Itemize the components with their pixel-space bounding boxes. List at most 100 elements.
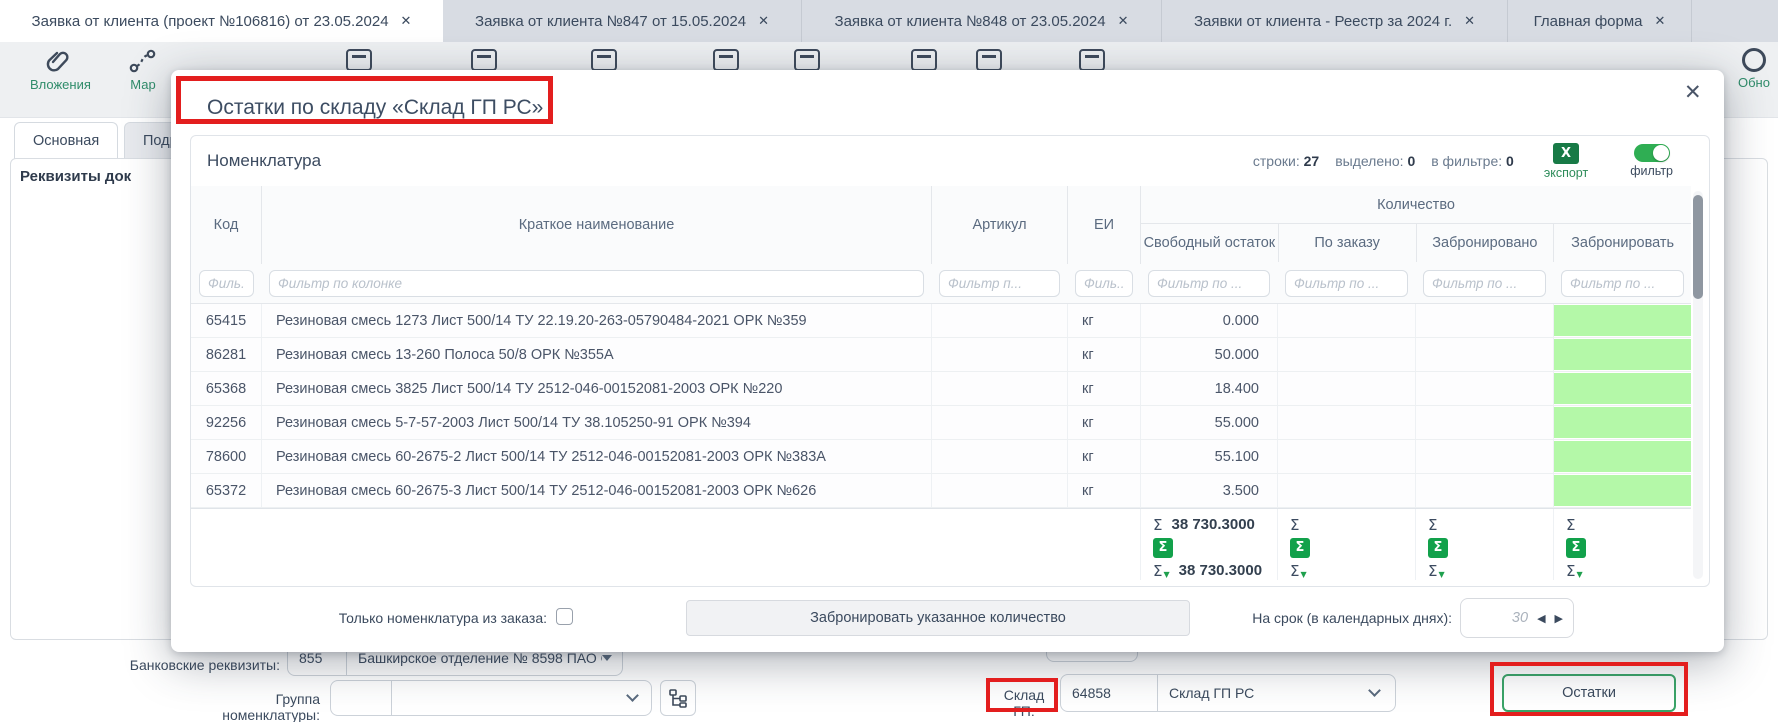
cell-reserve-editable[interactable]: [1553, 304, 1691, 337]
editable-green-cell[interactable]: [1554, 440, 1691, 473]
chevron-down-icon[interactable]: [1368, 684, 1381, 697]
tab-registry-2024[interactable]: Заявки от клиента - Реестр за 2024 г. ✕: [1162, 0, 1508, 42]
cell-reserved: [1415, 372, 1553, 405]
cell-name: Резиновая смесь 60-2675-2 Лист 500/14 ТУ…: [261, 440, 931, 473]
editable-green-cell[interactable]: [1554, 304, 1691, 337]
route-button[interactable]: Мар: [128, 48, 158, 92]
col-header-reserve[interactable]: Забронировать: [1553, 224, 1691, 262]
close-icon[interactable]: ✕: [1684, 80, 1702, 104]
cell-reserve-editable[interactable]: [1553, 440, 1691, 473]
table-row[interactable]: 92256 Резиновая смесь 5-7-57-2003 Лист 5…: [191, 406, 1691, 440]
chevron-down-icon[interactable]: [626, 689, 639, 702]
tab-osnovnaya[interactable]: Основная: [14, 122, 119, 159]
cell-reserve-editable[interactable]: [1553, 372, 1691, 405]
balances-button[interactable]: Остатки: [1502, 674, 1676, 712]
dropdown-arrow-icon[interactable]: [602, 655, 612, 661]
filter-input-free[interactable]: [1148, 270, 1270, 297]
table-row[interactable]: 86281 Резиновая смесь 13-260 Полоса 50/8…: [191, 338, 1691, 372]
refresh-label: Обно: [1738, 75, 1770, 90]
table-row[interactable]: 65368 Резиновая смесь 3825 Лист 500/14 Т…: [191, 372, 1691, 406]
filtered-count-value: 0: [1506, 153, 1514, 169]
col-header-code[interactable]: Код: [191, 186, 261, 264]
attachments-button[interactable]: Вложения: [30, 48, 91, 92]
tab-request-project[interactable]: Заявка от клиента (проект №106816) от 23…: [0, 0, 443, 42]
warehouse-combo[interactable]: 64858 Склад ГП РС: [1060, 674, 1396, 712]
toolbar-icon[interactable]: [911, 49, 937, 71]
nomenclature-panel: Номенклатура строки: 27 выделено: 0 в фи…: [190, 135, 1710, 587]
table-stats: строки: 27 выделено: 0 в фильтре: 0: [1253, 153, 1514, 169]
filter-control[interactable]: фильтр: [1630, 144, 1673, 178]
tab-label: Заявка от клиента №847 от 15.05.2024: [475, 12, 747, 30]
envelope-icon[interactable]: [1079, 49, 1105, 71]
term-stepper[interactable]: 30 ◀ ▶: [1460, 598, 1574, 638]
table-scrollbar[interactable]: [1693, 191, 1703, 579]
tab-request-848[interactable]: Заявка от клиента №848 от 23.05.2024 ✕: [802, 0, 1162, 42]
close-icon[interactable]: ✕: [758, 14, 769, 29]
filter-input-reserved[interactable]: [1423, 270, 1546, 297]
reserve-quantity-button[interactable]: Забронировать указанное количество: [686, 600, 1190, 636]
refresh-button[interactable]: Обно: [1738, 48, 1770, 90]
scrollbar-thumb[interactable]: [1693, 195, 1703, 299]
table-row[interactable]: 78600 Резиновая смесь 60-2675-2 Лист 500…: [191, 440, 1691, 474]
col-header-article[interactable]: Артикул: [931, 186, 1067, 264]
cell-free: 55.000: [1140, 406, 1277, 439]
excel-export-icon[interactable]: X: [1553, 142, 1580, 164]
cell-reserve-editable[interactable]: [1553, 338, 1691, 371]
term-value[interactable]: 30: [1512, 610, 1528, 626]
only-from-order-checkbox[interactable]: [556, 608, 573, 625]
cell-code: 78600: [205, 448, 247, 465]
cell-reserve-editable[interactable]: [1553, 474, 1691, 507]
col-header-free[interactable]: Свободный остаток: [1141, 224, 1278, 262]
editable-green-cell[interactable]: [1554, 338, 1691, 371]
close-icon[interactable]: ✕: [1118, 14, 1129, 29]
toolbar-icon[interactable]: [346, 49, 372, 71]
table-row[interactable]: 65372 Резиновая смесь 60-2675-3 Лист 500…: [191, 474, 1691, 508]
sum-button-icon[interactable]: Σ: [1428, 537, 1448, 558]
tab-main-form[interactable]: Главная форма ✕: [1508, 0, 1692, 42]
toolbar-icon[interactable]: [976, 49, 1002, 71]
toolbar-icon[interactable]: [713, 49, 739, 71]
nomenclature-group-combo[interactable]: [330, 680, 652, 716]
close-icon[interactable]: ✕: [1464, 14, 1475, 29]
toolbar-icon[interactable]: [471, 49, 497, 71]
tab-request-847[interactable]: Заявка от клиента №847 от 15.05.2024 ✕: [443, 0, 802, 42]
toolbar-icon[interactable]: [591, 49, 617, 71]
sum-button-icon[interactable]: Σ: [1566, 537, 1586, 558]
filter-input-code[interactable]: [199, 270, 254, 297]
filter-input-reserve[interactable]: [1561, 270, 1684, 297]
cell-by-order: [1277, 304, 1415, 337]
sum-icon: Σ: [1290, 515, 1300, 534]
stepper-right-icon[interactable]: ▶: [1555, 612, 1563, 625]
export-control[interactable]: X экспорт: [1544, 142, 1588, 180]
filter-input-name[interactable]: [269, 270, 924, 297]
toolbar-icon[interactable]: [794, 49, 820, 71]
col-header-reserved[interactable]: Забронировано: [1415, 224, 1554, 262]
filter-input-unit[interactable]: [1075, 270, 1133, 297]
warehouse-name-field[interactable]: Склад ГП РС: [1158, 675, 1370, 711]
cell-reserved: [1415, 304, 1553, 337]
group-name-field[interactable]: [392, 681, 628, 715]
close-icon[interactable]: ✕: [401, 14, 412, 29]
group-tree-button[interactable]: [660, 680, 696, 716]
close-icon[interactable]: ✕: [1655, 14, 1666, 29]
stepper-left-icon[interactable]: ◀: [1537, 612, 1545, 625]
filter-input-by-order[interactable]: [1285, 270, 1408, 297]
filter-toggle[interactable]: [1633, 144, 1670, 162]
warehouse-code-field[interactable]: 64858: [1061, 675, 1157, 711]
route-icon: [129, 49, 156, 73]
col-header-name[interactable]: Краткое наименование: [261, 186, 931, 264]
col-header-by-order[interactable]: По заказу: [1277, 224, 1416, 262]
sum-button-icon[interactable]: Σ: [1153, 537, 1173, 558]
editable-green-cell[interactable]: [1554, 406, 1691, 439]
group-code-field[interactable]: [331, 681, 391, 715]
cell-reserve-editable[interactable]: [1553, 406, 1691, 439]
sum-button-icon[interactable]: Σ: [1290, 537, 1310, 558]
filter-marker-icon: ▼: [1438, 569, 1445, 579]
editable-green-cell[interactable]: [1554, 372, 1691, 405]
col-header-unit[interactable]: ЕИ: [1067, 186, 1140, 264]
filter-input-article[interactable]: [939, 270, 1060, 297]
editable-green-cell[interactable]: [1554, 474, 1691, 507]
table-row[interactable]: 65415 Резиновая смесь 1273 Лист 500/14 Т…: [191, 304, 1691, 338]
refresh-icon: [1741, 48, 1766, 72]
cell-code: 65372: [205, 482, 247, 499]
